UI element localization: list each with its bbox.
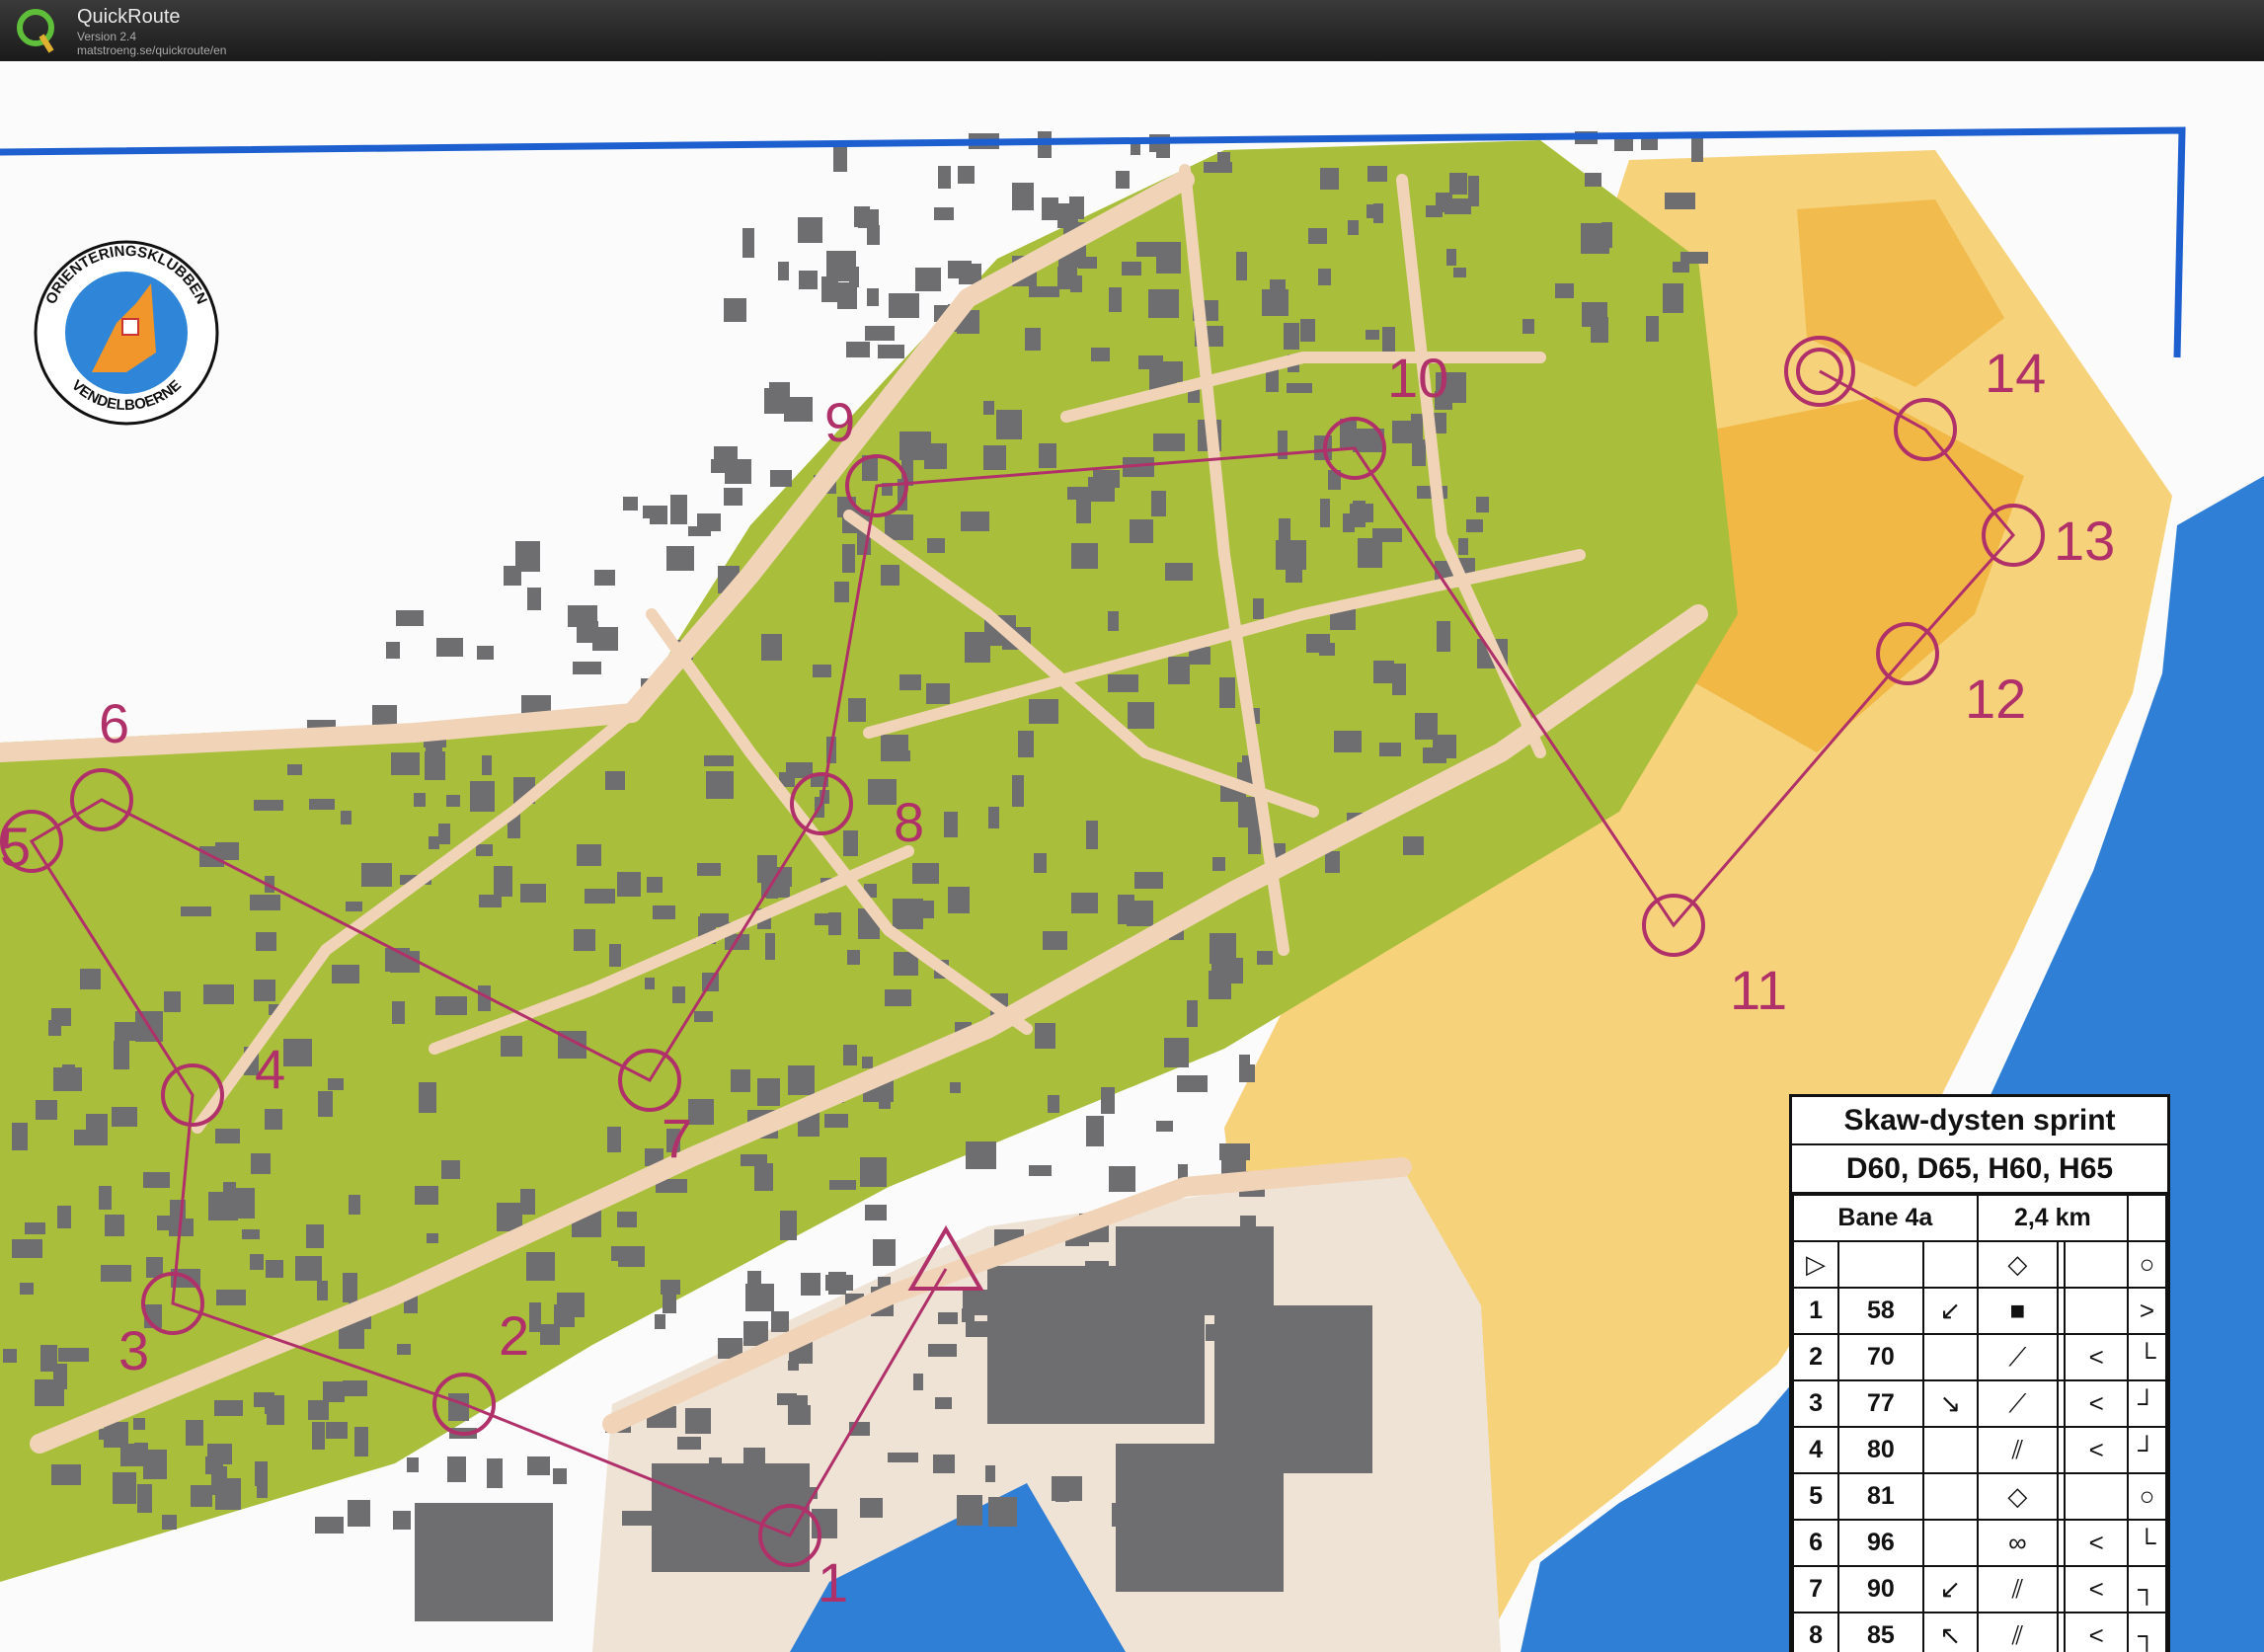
control-description-sheet: Skaw-dysten sprint D60, D65, H60, H65 Ba… xyxy=(1789,1094,2170,1652)
control-description-table: Bane 4a 2,4 km ▷ ◇ ○ 1 58 ↙ ■ >2 70 ⟋ < └ 3 77 ↘ ⟋ < ┘… xyxy=(1792,1194,2167,1652)
control-number-2: 2 xyxy=(499,1304,529,1367)
circle-icon: ○ xyxy=(2127,1240,2167,1289)
control-number-4: 4 xyxy=(255,1038,285,1100)
control-row-7: 7 90 ↙ ⫽ < ┐ xyxy=(1792,1565,2167,1613)
course-name: Bane 4a xyxy=(1792,1194,1979,1242)
title-bar: QuickRoute Version 2.4 matstroeng.se/qui… xyxy=(0,0,2264,61)
control-number-12: 12 xyxy=(1965,668,2026,730)
control-number-1: 1 xyxy=(818,1551,848,1613)
class-list: D60, D65, H60, H65 xyxy=(1792,1145,2167,1194)
control-number-9: 9 xyxy=(824,391,855,453)
control-number-5: 5 xyxy=(0,816,31,878)
app-url[interactable]: matstroeng.se/quickroute/en xyxy=(77,43,226,57)
diamond-icon: ◇ xyxy=(1976,1240,2060,1289)
club-logo: ORIENTERINGSKLUBBEN VENDELBOERNE xyxy=(34,240,219,426)
control-row-4: 4 80 ⫽ < ┘ xyxy=(1792,1426,2167,1474)
event-name: Skaw-dysten sprint xyxy=(1792,1097,2167,1145)
orienteering-map[interactable]: ORIENTERINGSKLUBBEN VENDELBOERNE 1234567… xyxy=(0,61,2264,1652)
control-number-3: 3 xyxy=(118,1319,149,1381)
control-number-7: 7 xyxy=(662,1107,692,1169)
control-row-1: 1 58 ↙ ■ > xyxy=(1792,1287,2167,1335)
control-number-13: 13 xyxy=(2054,510,2115,572)
control-row-2: 2 70 ⟋ < └ xyxy=(1792,1333,2167,1381)
control-number-14: 14 xyxy=(1985,342,2046,404)
control-number-8: 8 xyxy=(894,791,924,853)
control-row-3: 3 77 ↘ ⟋ < ┘ xyxy=(1792,1379,2167,1428)
course-header-row: Bane 4a 2,4 km xyxy=(1792,1194,2167,1242)
control-number-11: 11 xyxy=(1730,959,1787,1021)
control-number-6: 6 xyxy=(99,692,129,754)
control-row-6: 6 96 ∞ < └ xyxy=(1792,1519,2167,1567)
start-row: ▷ ◇ ○ xyxy=(1792,1240,2167,1289)
control-number-10: 10 xyxy=(1387,347,1448,409)
control-row-8: 8 85 ↖ ⫽ < ┐ xyxy=(1792,1612,2167,1652)
app-version: Version 2.4 xyxy=(77,30,137,43)
course-length: 2,4 km xyxy=(1976,1194,2130,1242)
start-triangle-icon: ▷ xyxy=(1792,1240,1840,1289)
control-row-5: 5 81 ◇ ○ xyxy=(1792,1472,2167,1521)
app-title: QuickRoute xyxy=(77,6,181,28)
quickroute-logo-icon xyxy=(17,9,54,53)
